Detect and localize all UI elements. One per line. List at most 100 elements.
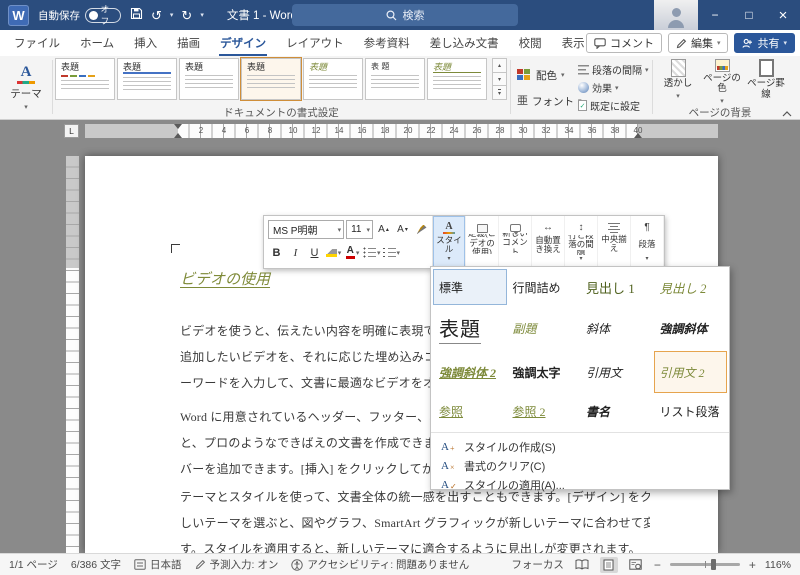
font-size-select[interactable]: 11 ▾ [346, 220, 373, 239]
close-button[interactable]: × [766, 0, 800, 30]
zoom-level[interactable]: 116% [765, 559, 791, 571]
search-input[interactable]: 検索 [292, 4, 518, 26]
minimize-button[interactable]: − [698, 0, 732, 30]
style-item-4[interactable]: 見出し 2 [654, 269, 728, 305]
zoom-slider[interactable] [669, 559, 740, 570]
web-layout-button[interactable] [627, 557, 645, 573]
first-line-indent-marker[interactable] [174, 124, 182, 129]
theme-thumbnail-4[interactable]: 表題 [240, 57, 302, 101]
style-item-13[interactable]: 参照 [433, 393, 507, 429]
command-swap-button[interactable]: ↔ 自動置き換え [532, 216, 565, 268]
accessibility-indicator[interactable]: アクセシビリティ: 問題ありません [291, 557, 469, 572]
tab-review[interactable]: 校閲 [509, 30, 552, 56]
undo-button[interactable]: ↺ [151, 9, 162, 22]
styles-menu-item-2[interactable]: A × 書式のクリア(C) [431, 456, 729, 475]
vertical-ruler[interactable] [66, 156, 79, 553]
effects-button[interactable]: 効果 ▾ [578, 79, 619, 96]
styles-menu-item-1[interactable]: A + スタイルの作成(S) [431, 437, 729, 456]
highlight-button[interactable]: ▾ [325, 243, 342, 262]
style-item-7[interactable]: 斜体 [580, 305, 654, 351]
style-item-15[interactable]: 書名 [580, 393, 654, 429]
zoom-slider-thumb[interactable] [710, 559, 716, 570]
bold-button[interactable]: B [268, 243, 285, 262]
command-linespace-button[interactable]: ↕行と段落の間隔▾ [565, 216, 598, 268]
text-prediction-indicator[interactable]: 予測入力: オン [195, 557, 278, 572]
theme-thumbnail-7[interactable]: 表題 [427, 58, 487, 100]
undo-dropdown-icon[interactable]: ▾ [170, 11, 174, 19]
style-item-11[interactable]: 引用文 [580, 351, 654, 393]
tab-insert[interactable]: 挿入 [124, 30, 167, 56]
tab-home[interactable]: ホーム [70, 30, 124, 56]
gallery-scroll-down-icon[interactable]: ▾ [492, 71, 507, 87]
style-item-9[interactable]: 強調斜体 2 [433, 351, 507, 393]
editing-mode-button[interactable]: 編集 ▾ [667, 33, 729, 53]
tab-references[interactable]: 参考資料 [354, 30, 420, 56]
command-paragraph-button[interactable]: ¶ 段落 ▾ [631, 216, 664, 268]
style-item-2[interactable]: 行間詰め [507, 269, 581, 305]
page-indicator[interactable]: 1/1 ページ [9, 557, 58, 572]
italic-button[interactable]: I [287, 243, 304, 262]
theme-thumbnail-6[interactable]: 表題 [365, 58, 425, 100]
theme-thumbnail-5[interactable]: 表題 [303, 58, 363, 100]
focus-mode-button[interactable]: フォーカス [511, 557, 564, 572]
autosave-toggle[interactable]: 自動保存 オフ [38, 4, 121, 26]
style-item-5[interactable]: 表題 [433, 305, 507, 351]
theme-thumbnail-2[interactable]: 表題 [117, 58, 177, 100]
page-color-button[interactable]: ページの色 ▾ [700, 59, 744, 107]
fonts-button[interactable]: 亜 フォント ▾ [517, 90, 582, 112]
paragraph-spacing-button[interactable]: 段落の間隔 ▾ [578, 61, 649, 78]
shrink-font-button[interactable]: A ▾ [394, 220, 411, 239]
read-mode-button[interactable] [573, 557, 591, 573]
customize-qat-icon[interactable]: ▾ [200, 11, 204, 19]
word-count[interactable]: 6/386 文字 [71, 557, 121, 572]
style-item-1[interactable]: 標準 [433, 269, 507, 305]
style-item-14[interactable]: 参照 2 [507, 393, 581, 429]
gallery-more-icon[interactable]: ▾ [492, 85, 507, 101]
style-item-8[interactable]: 強調斜体 [654, 305, 728, 351]
right-indent-marker[interactable] [634, 133, 642, 138]
share-button[interactable]: 共有 ▾ [734, 33, 795, 53]
bullets-button[interactable]: ▾ [363, 243, 381, 262]
tab-design[interactable]: デザイン [210, 30, 276, 56]
themes-button[interactable]: A テーマ ▾ [2, 58, 50, 116]
print-layout-button[interactable] [599, 556, 618, 573]
hanging-indent-marker[interactable] [174, 133, 182, 138]
font-name-select[interactable]: MS P明朝 ▾ [268, 220, 345, 239]
set-default-button[interactable]: ✓ 既定に設定 [578, 97, 640, 114]
word-logo-icon[interactable]: W [8, 4, 29, 26]
autosave-switch-icon[interactable]: オフ [85, 4, 121, 26]
tab-file[interactable]: ファイル [4, 30, 70, 56]
horizontal-ruler[interactable]: 2 4 6 8 10 12 14 16 18 20 22 24 26 28 30 32 34 36 38 40 [85, 124, 718, 138]
style-item-16[interactable]: リスト段落 [654, 393, 728, 429]
underline-button[interactable]: U [306, 243, 323, 262]
tab-selector-button[interactable]: L [64, 124, 79, 138]
theme-thumbnail-1[interactable]: 表題 [55, 58, 115, 100]
language-indicator[interactable]: 日本語 [134, 557, 182, 572]
style-item-3[interactable]: 見出し 1 [580, 269, 654, 305]
numbering-button[interactable]: ▾ [382, 243, 400, 262]
save-button[interactable] [130, 7, 143, 23]
tab-mailings[interactable]: 差し込み文書 [420, 30, 509, 56]
zoom-out-button[interactable]: − [654, 558, 661, 572]
style-item-12[interactable]: 引用文 2 [653, 351, 727, 393]
styles-menu-item-3[interactable]: A ✓ スタイルの適用(A)... [431, 475, 729, 494]
style-item-10[interactable]: 強調太字 [507, 351, 581, 393]
theme-thumbnail-3[interactable]: 表題 [179, 58, 239, 100]
watermark-button[interactable]: 透かし ▾ [656, 59, 700, 107]
account-avatar[interactable] [654, 0, 698, 30]
colors-button[interactable]: 配色 ▾ [517, 64, 565, 86]
tab-draw[interactable]: 描画 [167, 30, 210, 56]
comments-button[interactable]: コメント [585, 33, 662, 53]
font-color-button[interactable]: A ▾ [344, 243, 361, 262]
gallery-scroll-up-icon[interactable]: ▴ [492, 58, 507, 73]
page-border-button[interactable]: ページ罫線 [744, 59, 788, 107]
style-item-6[interactable]: 副題 [507, 305, 581, 351]
command-book-button[interactable]: 定義(ビデオの使用) [466, 216, 499, 268]
maximize-button[interactable]: □ [732, 0, 766, 30]
command-comment-button[interactable]: 新しいコメント [499, 216, 532, 268]
redo-button[interactable]: ↻ [181, 9, 192, 22]
format-painter-button[interactable] [413, 220, 430, 239]
command-style-button[interactable]: A スタイル ▾ [433, 216, 466, 268]
collapse-ribbon-button[interactable] [782, 106, 792, 120]
command-center-button[interactable]: 中央揃え [598, 216, 631, 268]
